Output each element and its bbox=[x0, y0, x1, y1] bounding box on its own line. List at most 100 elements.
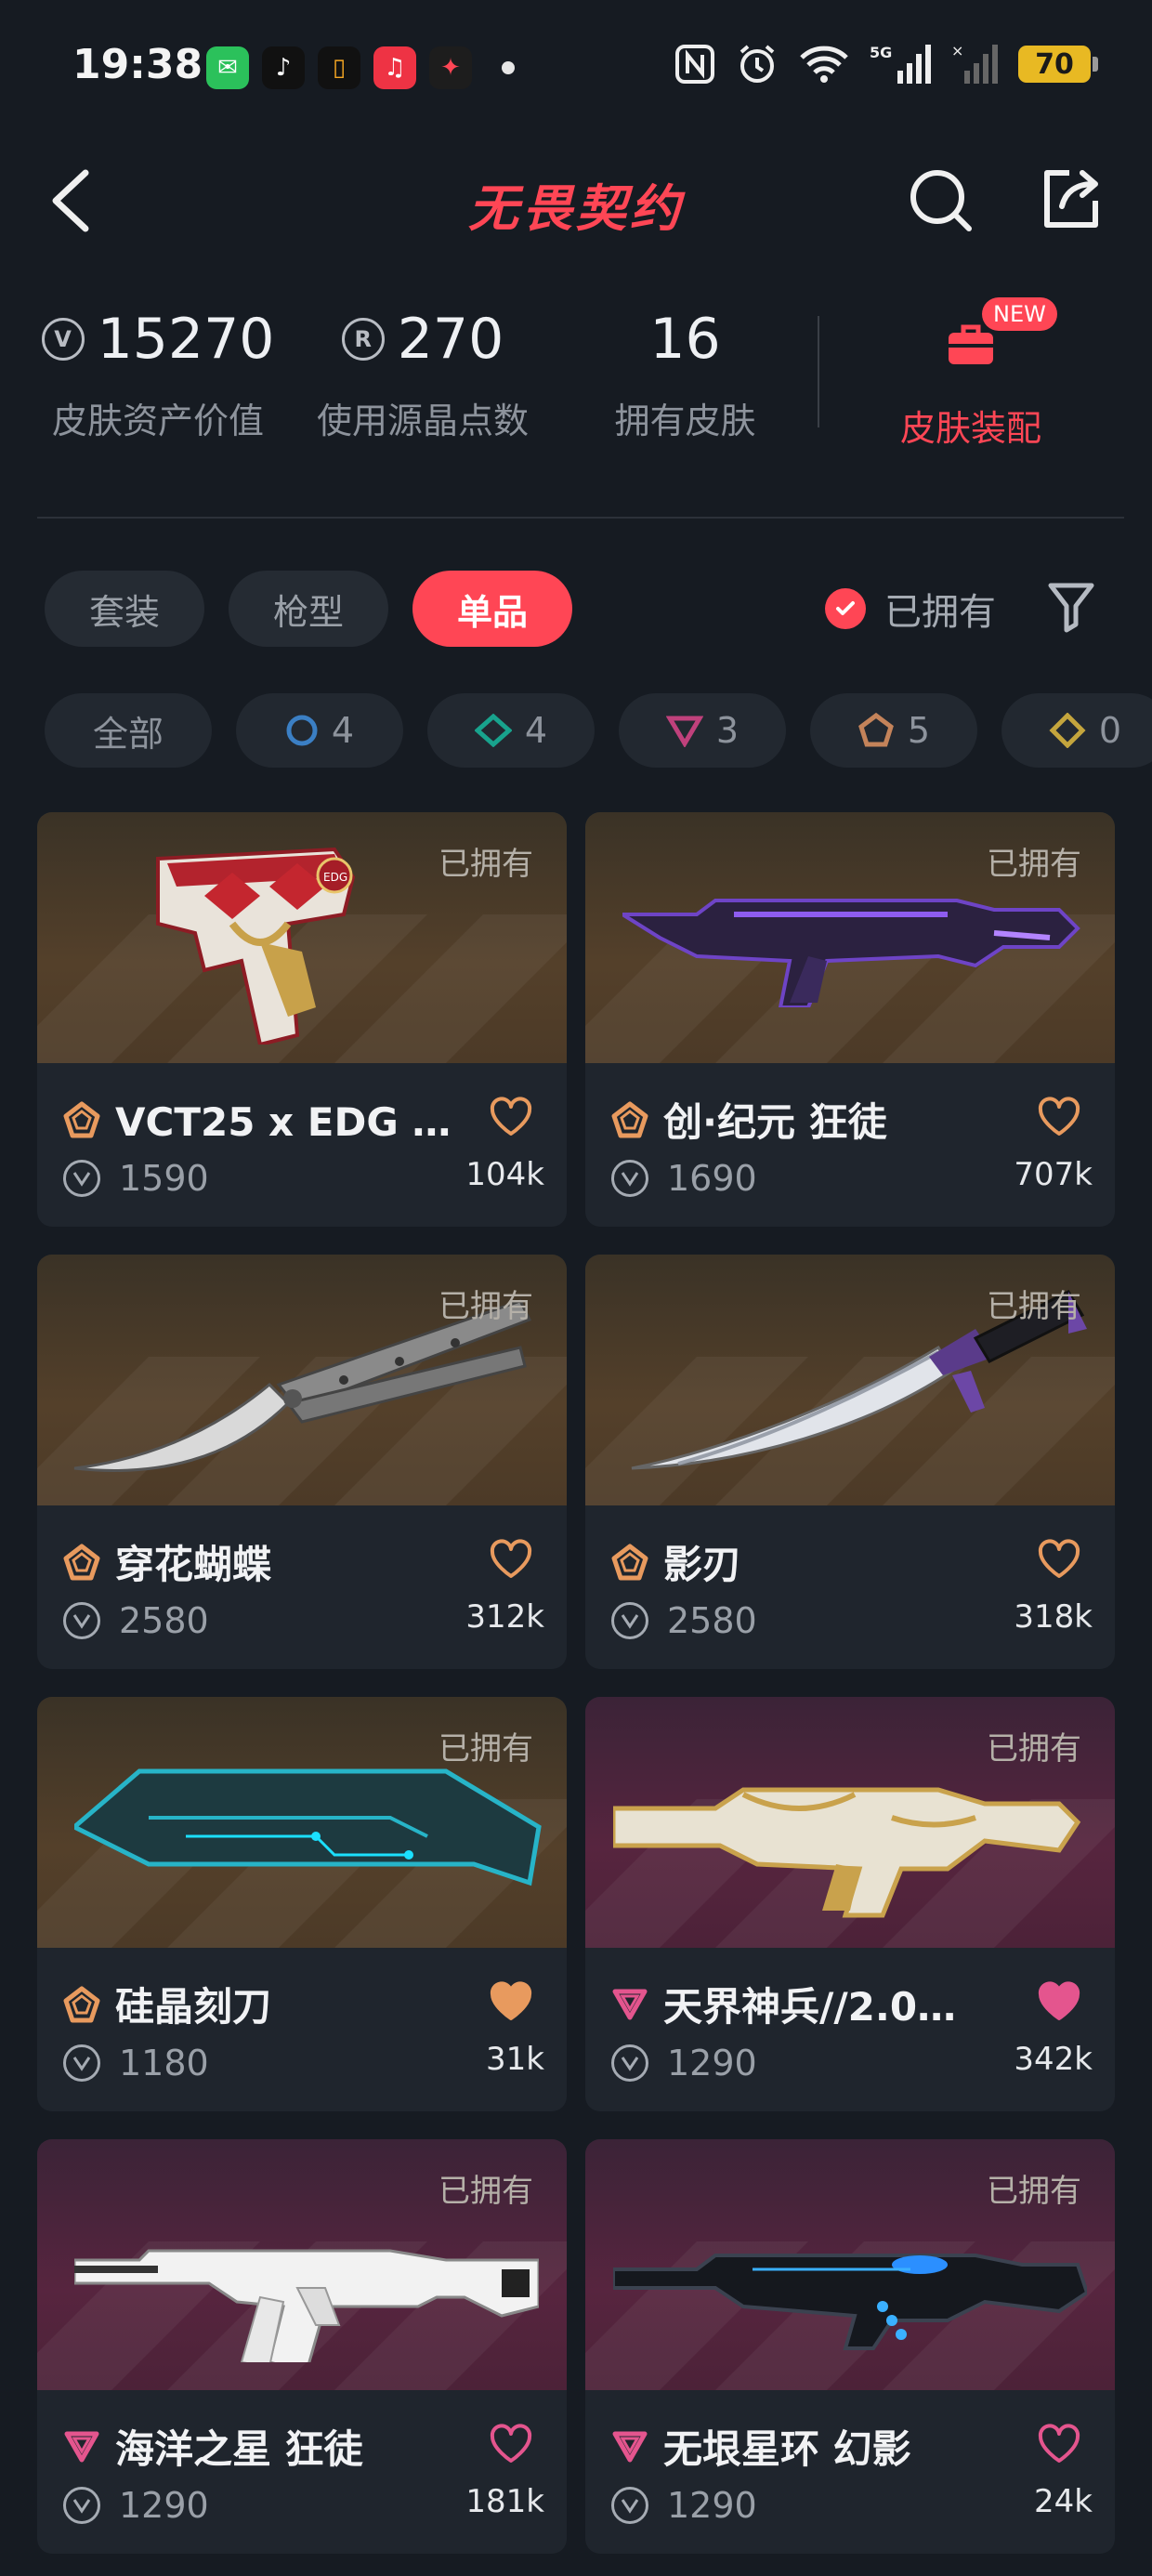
tier-filter-label: 全部 bbox=[92, 713, 164, 755]
skin-card[interactable]: 已拥有 无垠星环 幻影 1290 24k bbox=[585, 2139, 1115, 2554]
skin-name: 创·纪元 狂徒 bbox=[663, 1099, 887, 1145]
exclusive-tier-icon bbox=[63, 1986, 100, 2022]
skin-price: 1690 bbox=[667, 1158, 757, 1199]
skin-price-row: 1690 bbox=[611, 1158, 757, 1199]
skin-card[interactable]: EDG 已拥有 VCT25 x EDG 标… 1590 104k bbox=[37, 812, 567, 1227]
skin-price: 2580 bbox=[667, 1600, 757, 1641]
asset-value-label: 皮肤资产价值 bbox=[51, 401, 264, 441]
skin-name: 天界神兵//2.0… bbox=[663, 1984, 957, 2030]
tier-filter-select[interactable]: 4 bbox=[236, 693, 403, 768]
premium-tier-icon bbox=[612, 2431, 648, 2462]
heart-icon[interactable] bbox=[1037, 2424, 1081, 2464]
tab-single-items[interactable]: 单品 bbox=[412, 571, 573, 647]
heart-icon[interactable] bbox=[1037, 1539, 1081, 1580]
skin-price: 1290 bbox=[667, 2485, 757, 2526]
signal-weak-icon: × bbox=[951, 43, 998, 84]
divider bbox=[818, 316, 819, 427]
search-icon[interactable] bbox=[906, 165, 976, 236]
status-bar: 19:38 ✉ ♪ ▯ ♫ ✦ 5G × 70 bbox=[0, 0, 1152, 139]
skin-price-row: 1290 bbox=[63, 2485, 209, 2526]
owned-label: 拥有皮肤 bbox=[614, 401, 756, 441]
exclusive-tier-icon bbox=[63, 1544, 100, 1580]
stat-asset-value: V 15270 皮肤资产价值 bbox=[37, 297, 279, 443]
heart-icon[interactable] bbox=[1037, 1097, 1081, 1137]
like-count: 707k bbox=[1014, 1156, 1093, 1193]
tier-filters: 全部 4 4 3 5 0 bbox=[45, 693, 1152, 768]
skin-card[interactable]: 已拥有 硅晶刻刀 1180 31k bbox=[37, 1697, 567, 2111]
skin-card[interactable]: 已拥有 穿花蝴蝶 2580 312k bbox=[37, 1255, 567, 1669]
owned-filter-toggle[interactable]: 已拥有 bbox=[825, 582, 996, 636]
battery-indicator: 70 bbox=[1018, 46, 1098, 83]
tier-filter-deluxe[interactable]: 4 bbox=[427, 693, 595, 768]
like-count: 318k bbox=[1014, 1598, 1093, 1636]
skin-card[interactable]: 已拥有 海洋之星 狂徒 1290 181k bbox=[37, 2139, 567, 2554]
skin-name-row: 天界神兵//2.0… bbox=[611, 1976, 1029, 2032]
skin-price: 1290 bbox=[119, 2485, 209, 2526]
heart-icon[interactable] bbox=[489, 1981, 533, 2022]
skin-name-row: 影刃 bbox=[611, 1533, 1029, 1590]
heart-icon[interactable] bbox=[1037, 1981, 1081, 2022]
page-title: 无畏契约 bbox=[468, 179, 684, 238]
like-count: 181k bbox=[465, 2483, 544, 2520]
asset-stats: V 15270 皮肤资产价值 R 270 使用源晶点数 16 拥有皮肤 NEW 皮肤… bbox=[0, 297, 1152, 483]
tab-bundles[interactable]: 套装 bbox=[45, 571, 205, 647]
notes-icon: ▯ bbox=[318, 46, 360, 89]
share-icon[interactable] bbox=[1036, 164, 1106, 234]
tier-filter-ultra[interactable]: 0 bbox=[1001, 693, 1152, 768]
heart-icon[interactable] bbox=[489, 2424, 533, 2464]
like-count: 342k bbox=[1014, 2041, 1093, 2078]
tier-filter-count: 3 bbox=[715, 710, 740, 751]
premium-tier-icon bbox=[64, 2431, 99, 2462]
owned-filter-label: 已拥有 bbox=[884, 591, 996, 634]
owned-tag: 已拥有 bbox=[439, 2173, 533, 2210]
owned-tag: 已拥有 bbox=[987, 846, 1081, 883]
heart-icon[interactable] bbox=[489, 1539, 533, 1580]
nfc-icon bbox=[675, 45, 714, 84]
select-tier-icon bbox=[286, 715, 318, 746]
vp-icon bbox=[611, 2044, 648, 2082]
notification-icons: ✉ ♪ ▯ ♫ ✦ bbox=[206, 46, 515, 89]
vp-icon bbox=[63, 1602, 100, 1639]
tier-filter-exclusive[interactable]: 5 bbox=[810, 693, 977, 768]
radianite-value: 270 bbox=[397, 307, 504, 372]
skin-image: 已拥有 bbox=[37, 1697, 567, 1948]
exclusive-tier-icon bbox=[611, 1101, 648, 1137]
vp-icon bbox=[63, 2044, 100, 2082]
tab-weapon-type[interactable]: 枪型 bbox=[229, 571, 389, 647]
skin-card[interactable]: 已拥有 天界神兵//2.0… 1290 342k bbox=[585, 1697, 1115, 2111]
skin-card[interactable]: 已拥有创·纪元 狂徒 1690 707k bbox=[585, 812, 1115, 1227]
radianite-label: 使用源晶点数 bbox=[316, 401, 529, 441]
category-tabs: 套装 枪型 单品 bbox=[45, 571, 573, 647]
app-header: 无畏契约 bbox=[0, 139, 1152, 260]
new-badge: NEW bbox=[982, 297, 1057, 331]
stat-owned-skins: 16 拥有皮肤 bbox=[567, 297, 804, 443]
skin-name: 无垠星环 幻影 bbox=[663, 2426, 911, 2472]
premium-tier-icon bbox=[665, 716, 703, 747]
skin-name: 影刃 bbox=[663, 1542, 742, 1587]
skin-name-row: 穿花蝴蝶 bbox=[63, 1533, 481, 1590]
owned-tag: 已拥有 bbox=[439, 1288, 533, 1325]
skin-loadout-button[interactable]: NEW 皮肤装配 bbox=[850, 297, 1092, 451]
alarm-icon bbox=[740, 45, 775, 83]
skin-image: 已拥有 bbox=[585, 1255, 1115, 1505]
skin-card[interactable]: 已拥有影刃 2580 318k bbox=[585, 1255, 1115, 1669]
tier-filter-count: 0 bbox=[1098, 710, 1122, 751]
filter-icon[interactable] bbox=[1046, 580, 1096, 634]
game-icon: ✦ bbox=[429, 46, 472, 89]
tier-filter-all[interactable]: 全部 bbox=[45, 693, 212, 768]
section-divider bbox=[37, 517, 1124, 519]
heart-icon[interactable] bbox=[489, 1097, 533, 1137]
skin-price-row: 2580 bbox=[611, 1600, 757, 1641]
checkmark-icon bbox=[825, 588, 866, 629]
signal-5g-icon: 5G bbox=[870, 44, 931, 84]
owned-tag: 已拥有 bbox=[987, 1288, 1081, 1325]
tier-filter-premium[interactable]: 3 bbox=[619, 693, 786, 768]
loadout-label: 皮肤装配 bbox=[899, 408, 1041, 449]
ultra-tier-icon bbox=[1049, 713, 1086, 748]
skin-name: 硅晶刻刀 bbox=[115, 1984, 272, 2030]
music-icon: ♫ bbox=[373, 46, 416, 89]
tier-filter-count: 4 bbox=[524, 710, 548, 751]
vp-icon bbox=[611, 2487, 648, 2524]
skin-price: 2580 bbox=[119, 1600, 209, 1641]
premium-tier-icon bbox=[612, 1989, 648, 2019]
